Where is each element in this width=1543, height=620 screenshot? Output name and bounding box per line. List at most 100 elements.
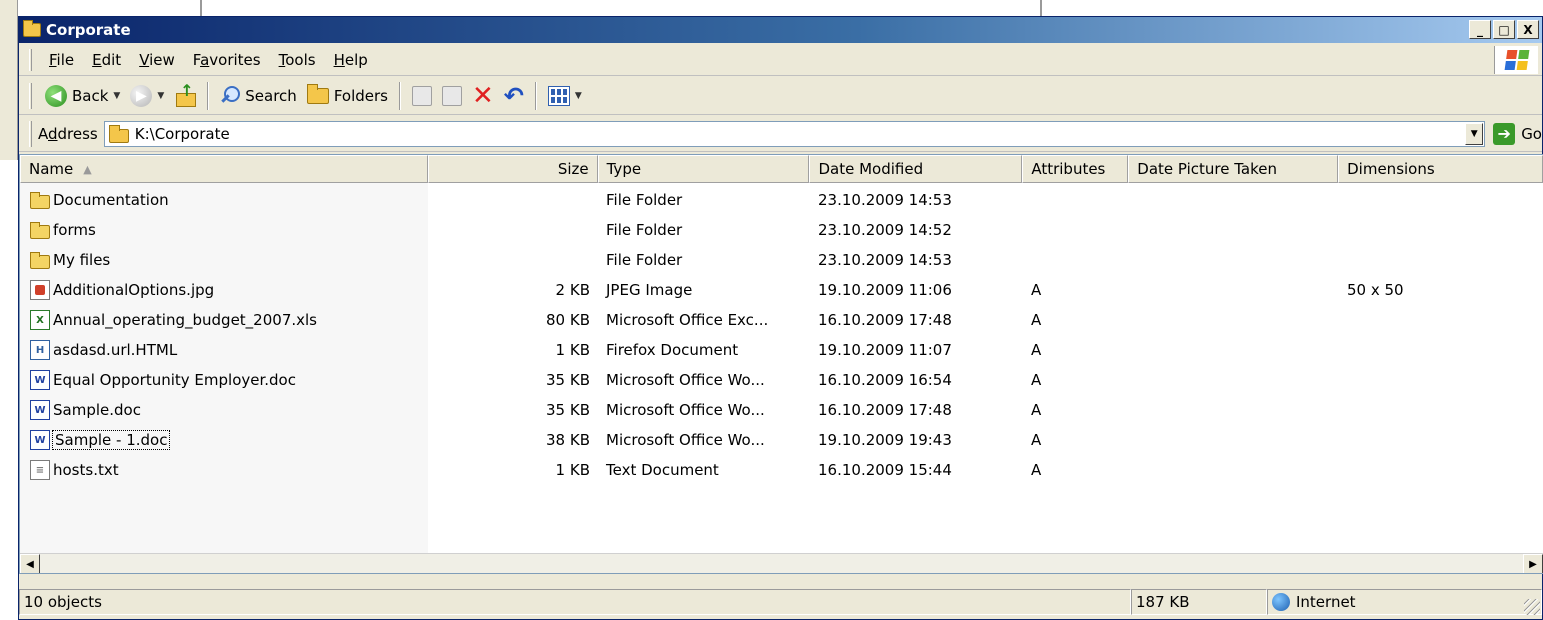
close-button[interactable]: X: [1517, 20, 1539, 39]
up-folder-icon: [174, 81, 197, 107]
table-row[interactable]: ≡ hosts.txt 1 KB Text Document 16.10.2009 15…: [20, 455, 1543, 485]
file-name: hosts.txt: [53, 461, 119, 479]
menu-file[interactable]: File: [40, 51, 83, 69]
file-name-cell[interactable]: forms: [20, 221, 428, 239]
file-name-cell[interactable]: Hasdasd.url.HTML: [20, 340, 428, 360]
search-button[interactable]: Search: [215, 81, 302, 111]
file-name-cell[interactable]: Documentation: [20, 191, 428, 209]
title-bar[interactable]: Corporate _ □ X: [19, 17, 1542, 43]
file-size-cell: 80 KB: [546, 311, 590, 329]
forward-button[interactable]: ▶ ▼: [125, 81, 169, 111]
file-attributes-cell: A: [1031, 461, 1042, 479]
file-rows: Documentation File Folder 23.10.2009 14:53…: [20, 185, 1543, 485]
toolbar-grip[interactable]: [29, 82, 32, 109]
table-row[interactable]: W Equal Opportunity Employer.doc 35 KB Micr…: [20, 365, 1543, 395]
scroll-left-icon[interactable]: ◀: [20, 554, 40, 573]
table-row[interactable]: forms File Folder 23.10.2009 14:52: [20, 215, 1543, 245]
table-row[interactable]: X Annual_operating_budget_2007.xls 80 KB Mi…: [20, 305, 1543, 335]
explorer-window: Corporate _ □ X File Edit View Favorites Too…: [18, 16, 1543, 620]
folders-label: Folders: [333, 86, 388, 105]
file-name-cell[interactable]: W Sample - 1.doc: [20, 430, 428, 450]
file-date-cell: 23.10.2009 14:52: [818, 221, 952, 239]
address-dropdown-button[interactable]: ▼: [1465, 122, 1484, 145]
chevron-down-icon[interactable]: ▼: [157, 91, 164, 101]
search-label: Search: [245, 86, 297, 105]
maximize-button[interactable]: □: [1493, 20, 1515, 39]
resize-grip[interactable]: [1524, 599, 1540, 615]
up-folder-button[interactable]: [169, 81, 201, 111]
toolbar-grip[interactable]: [29, 120, 32, 147]
column-header-size[interactable]: Size: [427, 155, 598, 183]
folders-button[interactable]: Folders: [302, 81, 393, 111]
menu-edit[interactable]: Edit: [83, 51, 130, 69]
file-attributes-cell: A: [1031, 431, 1042, 449]
column-header-name[interactable]: Name ▲: [20, 155, 428, 183]
file-attributes-cell: A: [1031, 341, 1042, 359]
txt-file-icon: ≡: [30, 460, 50, 480]
file-type-cell: JPEG Image: [606, 281, 693, 299]
column-header-date-picture-taken[interactable]: Date Picture Taken: [1128, 155, 1339, 183]
file-name: forms: [53, 221, 96, 239]
file-attributes-cell: A: [1031, 281, 1042, 299]
file-type-cell: File Folder: [606, 251, 683, 269]
column-header-type[interactable]: Type: [597, 155, 810, 183]
file-type-cell: Microsoft Office Wo...: [606, 401, 765, 419]
table-row[interactable]: W Sample.doc 35 KB Microsoft Office Wo... 16…: [20, 395, 1543, 425]
scroll-right-icon[interactable]: ▶: [1523, 554, 1543, 573]
back-button[interactable]: ◀ Back ▼: [40, 81, 125, 111]
file-type-cell: Text Document: [606, 461, 719, 479]
file-name-cell[interactable]: My files: [20, 251, 428, 269]
table-row[interactable]: Documentation File Folder 23.10.2009 14:53: [20, 185, 1543, 215]
table-row[interactable]: Hasdasd.url.HTML 1 KB Firefox Document 19.1…: [20, 335, 1543, 365]
forward-icon: ▶: [130, 84, 153, 107]
views-button[interactable]: ▼: [543, 81, 587, 111]
go-button[interactable]: ➔ Go: [1493, 122, 1542, 145]
toolbar-grip[interactable]: [29, 48, 32, 71]
menu-favorites[interactable]: Favorites: [184, 51, 270, 69]
file-type-cell: Microsoft Office Exc...: [606, 311, 769, 329]
undo-button[interactable]: ↶: [499, 81, 529, 111]
doc-file-icon: W: [30, 430, 50, 450]
file-name-cell[interactable]: W Sample.doc: [20, 400, 428, 420]
minimize-button[interactable]: _: [1469, 20, 1491, 39]
folder-icon: [108, 124, 129, 143]
folder-file-icon: [30, 192, 50, 209]
file-list[interactable]: Name ▲ Size Type Date Modified Attributes…: [19, 154, 1543, 574]
doc-file-icon: W: [30, 370, 50, 390]
column-header-date-modified[interactable]: Date Modified: [809, 155, 1023, 183]
folders-icon: [306, 83, 329, 104]
file-name-cell[interactable]: AdditionalOptions.jpg: [20, 280, 428, 300]
folder-file-icon: [30, 252, 50, 269]
file-date-cell: 16.10.2009 16:54: [818, 371, 952, 389]
toolbar-separator: [534, 81, 537, 110]
toolbar-separator: [207, 81, 210, 110]
internet-globe-icon: [1272, 593, 1290, 611]
back-label: Back: [72, 86, 109, 105]
horizontal-scrollbar[interactable]: ◀ ▶: [20, 553, 1543, 573]
address-input[interactable]: K:\Corporate ▼: [103, 120, 1486, 147]
copy-to-button[interactable]: [437, 81, 467, 111]
file-name: Equal Opportunity Employer.doc: [53, 371, 296, 389]
chevron-down-icon[interactable]: ▼: [113, 91, 120, 101]
table-row[interactable]: AdditionalOptions.jpg 2 KB JPEG Image 19.10…: [20, 275, 1543, 305]
file-name-cell[interactable]: X Annual_operating_budget_2007.xls: [20, 310, 428, 330]
file-size-cell: 2 KB: [555, 281, 590, 299]
menu-tools[interactable]: Tools: [270, 51, 325, 69]
undo-icon: ↶: [503, 81, 524, 110]
file-attributes-cell: A: [1031, 401, 1042, 419]
file-name: asdasd.url.HTML: [53, 341, 178, 359]
file-name: Sample - 1.doc: [51, 430, 171, 450]
table-row[interactable]: My files File Folder 23.10.2009 14:53: [20, 245, 1543, 275]
menu-help[interactable]: Help: [325, 51, 377, 69]
menu-bar: File Edit View Favorites Tools Help: [19, 44, 1542, 76]
column-header-dimensions[interactable]: Dimensions: [1338, 155, 1543, 183]
table-row[interactable]: W Sample - 1.doc 38 KB Microsoft Office Wo.…: [20, 425, 1543, 455]
file-name-cell[interactable]: W Equal Opportunity Employer.doc: [20, 370, 428, 390]
move-to-button[interactable]: [407, 81, 437, 111]
delete-button[interactable]: ✕: [467, 81, 499, 111]
file-name: Sample.doc: [53, 401, 141, 419]
file-name-cell[interactable]: ≡ hosts.txt: [20, 460, 428, 480]
chevron-down-icon[interactable]: ▼: [575, 91, 582, 101]
menu-view[interactable]: View: [130, 51, 184, 69]
column-header-attributes[interactable]: Attributes: [1022, 155, 1129, 183]
